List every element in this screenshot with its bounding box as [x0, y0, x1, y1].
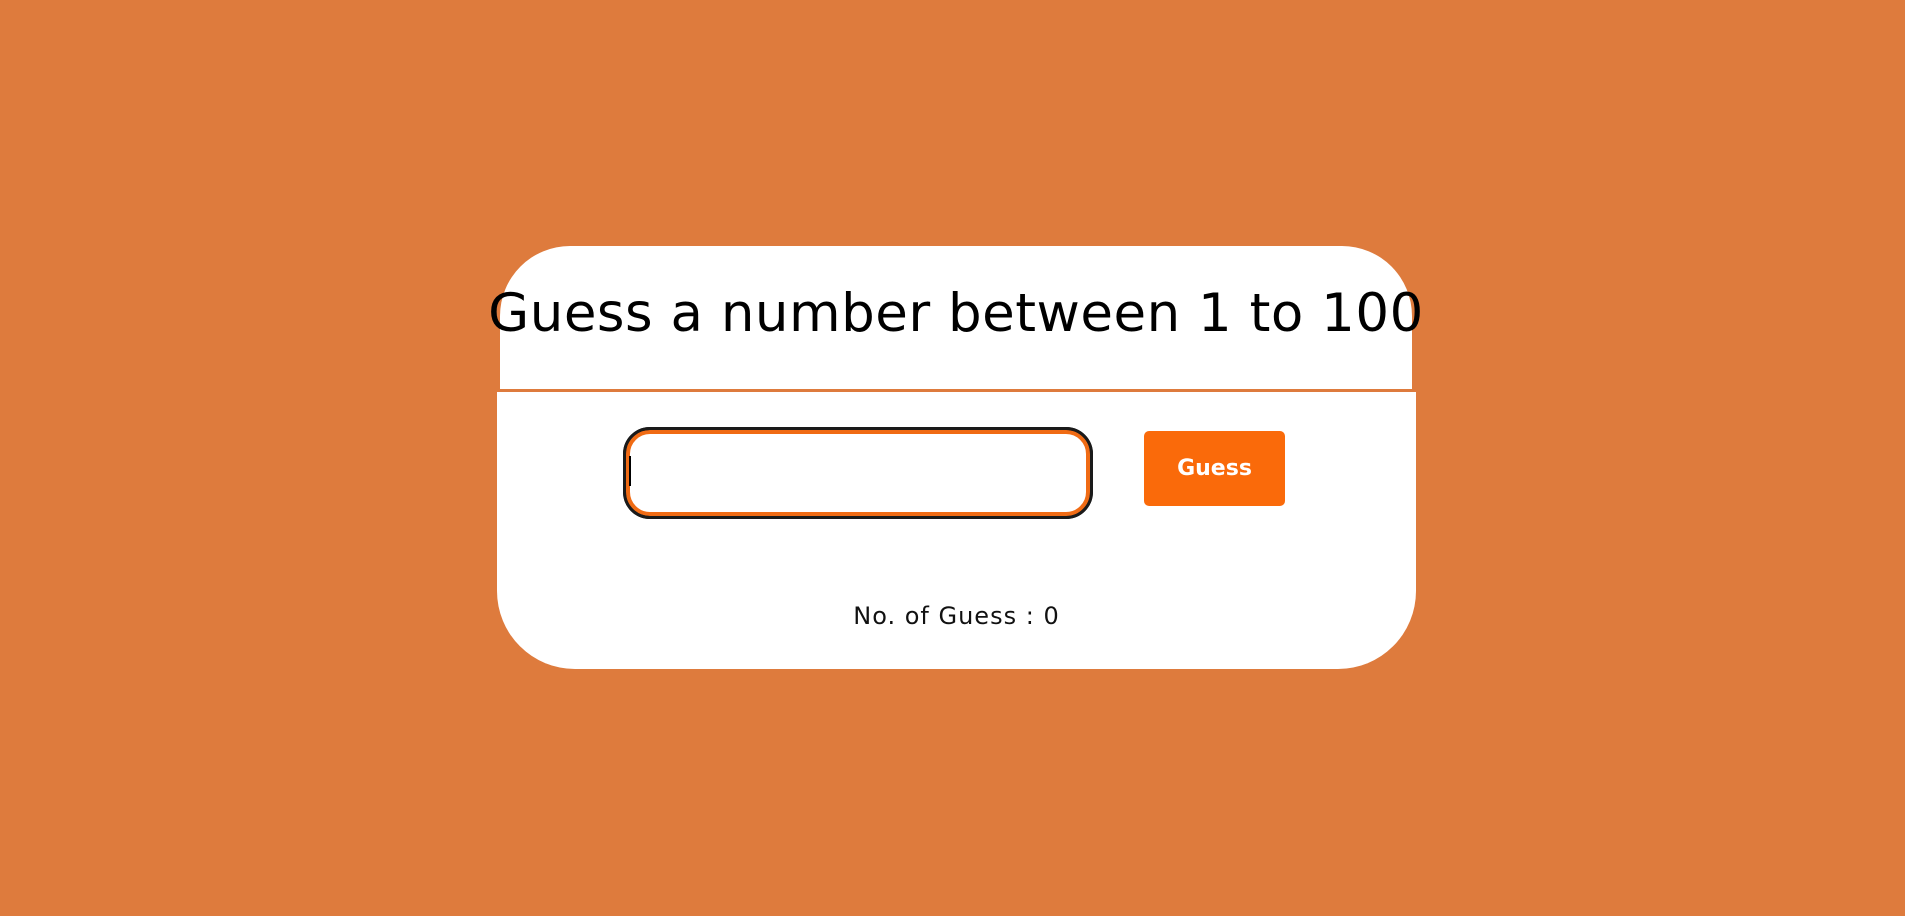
text-caret [629, 456, 631, 486]
guess-panel: Guess No. of Guess : 0 [497, 392, 1416, 669]
guess-count-value: 0 [1043, 602, 1060, 630]
guess-input[interactable] [623, 427, 1093, 519]
guess-count: No. of Guess : 0 [497, 602, 1416, 630]
page: Guess a number between 1 to 100 Guess No… [0, 0, 1905, 916]
title-panel: Guess a number between 1 to 100 [488, 246, 1423, 389]
page-title: Guess a number between 1 to 100 [488, 283, 1424, 344]
guess-count-label: No. of Guess : [853, 602, 1044, 630]
guess-button[interactable]: Guess [1144, 431, 1285, 506]
